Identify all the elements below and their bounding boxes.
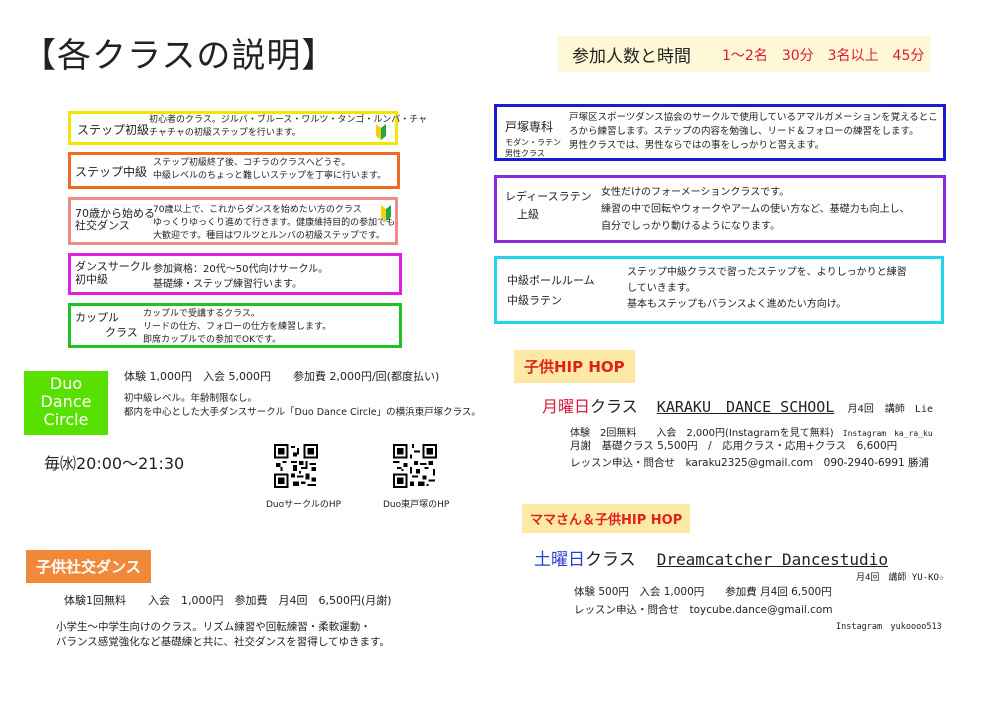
time-heading: 参加人数と時間 <box>572 47 691 67</box>
class-sublabel: モダン・ラテン <box>505 138 561 147</box>
class-label: レディースラテン <box>505 190 592 203</box>
class-sublabel: 男性クラス <box>505 149 545 158</box>
class-desc-line: 自分でしっかり動けるようになります。 <box>601 221 780 232</box>
class-desc-line: カップルで受講するクラス。 <box>143 309 260 319</box>
class-label: カップル <box>75 311 119 324</box>
mama-hiphop-freq-teacher: 月4回 講師 YU-KO☆ <box>856 573 945 583</box>
class-box-step-intermediate: ステップ中級 ステップ初級終了後、コチラのクラスへどうぞ。 中級レベルのちょっと… <box>68 152 400 189</box>
class-desc-line: 基礎練・ステップ練習行います。 <box>153 279 302 290</box>
kids-social-fees: 体験1回無料 入会 1,000円 参加費 月4回 6,500円(月謝) <box>64 594 392 607</box>
class-label: ステップ中級 <box>75 165 148 179</box>
class-desc-line: 即席カップルでの参加でOKです。 <box>143 335 282 345</box>
time-detail: 1〜2名 30分 3名以上 45分 <box>722 48 925 64</box>
class-desc-line: 70歳以上で、これからダンスを始めたい方のクラス <box>153 205 362 215</box>
class-label: クラス <box>105 326 138 339</box>
mama-hiphop-contact: レッスン申込・問合せ toycube.dance@gmail.com <box>574 604 833 616</box>
kids-hiphop-day: 月曜日 <box>542 397 591 416</box>
duo-desc-line: 初中級レベル。年齢制限なし。 <box>124 393 258 404</box>
kids-hiphop-class-word: クラス <box>590 397 638 416</box>
class-desc-line: 戸塚区スポーツダンス協会のサークルで使用しているアマルガメーションを覚えるとこ <box>569 112 938 123</box>
class-desc-line: 練習の中で回転やウォークやアームの使い方など、基礎力も向上し、 <box>601 204 910 215</box>
qr-code-icon[interactable] <box>393 444 437 488</box>
beginner-mark-icon <box>376 124 386 140</box>
class-desc-line: ろから練習します。ステップの内容を勉強し、リード＆フォローの練習をします。 <box>569 126 919 137</box>
class-desc-line: 女性だけのフォーメーションクラスです。 <box>601 187 790 198</box>
kids-hiphop-tag: 子供HIP HOP <box>514 350 635 383</box>
mama-hiphop-school: Dreamcatcher Dancestudio <box>656 550 888 569</box>
qr-label-totsuka: Duo東戸塚のHP <box>383 500 450 510</box>
class-desc-line: 基本もステップもバランスよく進めたい方向け。 <box>627 299 847 310</box>
class-desc-line: していきます。 <box>627 283 696 294</box>
page-title: 【各クラスの説明】 <box>22 36 337 76</box>
class-label: 初中級 <box>75 273 108 286</box>
qr-label-circle: DuoサークルのHP <box>266 500 342 510</box>
mama-hiphop-tag: ママさん＆子供HIP HOP <box>522 504 691 533</box>
class-box-totsuka: 戸塚専科 モダン・ラテン 男性クラス 戸塚区スポーツダンス協会のサークルで使用し… <box>494 104 946 161</box>
kids-hiphop-monthly: 月謝 基礎クラス 5,500円 / 応用クラス・応用+クラス 6,600円 <box>570 440 898 452</box>
class-box-intermediate-ballroom: 中級ボールルーム 中級ラテン ステップ中級クラスで習ったステップを、よりしっかり… <box>494 256 944 324</box>
duo-dance-circle-logo: Duo Dance Circle <box>24 371 108 435</box>
beginner-mark-icon <box>381 205 391 221</box>
kids-hiphop-contact: レッスン申込・問合せ karaku2325@gmail.com 090-2940… <box>570 457 930 469</box>
class-box-dance-circle: ダンスサークル 初中級 参加資格：20代〜50代向けサークル。 基礎練・ステップ… <box>68 253 402 295</box>
duo-schedule: 毎㈬20:00〜21:30 <box>44 454 185 473</box>
class-label: ダンスサークル <box>75 260 152 273</box>
class-label: ステップ初級 <box>77 123 150 137</box>
mama-hiphop-class-word: クラス <box>585 550 636 570</box>
class-label: 戸塚専科 <box>505 120 554 134</box>
class-desc-line: 男性クラスでは、男性ならではの事をしっかりと習えます。 <box>569 140 825 151</box>
mama-hiphop-fees: 体験 500円 入会 1,000円 参加費 月4回 6,500円 <box>574 586 832 598</box>
kids-hiphop-school: KARAKU DANCE SCHOOL <box>656 398 835 416</box>
class-desc-line: リードの仕方、フォローの仕方を練習します。 <box>143 322 332 332</box>
class-box-ladies-latin: レディースラテン 上級 女性だけのフォーメーションクラスです。 練習の中で回転や… <box>494 175 946 243</box>
class-label: 上級 <box>517 208 539 221</box>
class-box-senior: 70歳から始める 社交ダンス 70歳以上で、これからダンスを始めたい方のクラス … <box>68 197 398 245</box>
class-label: 中級ラテン <box>507 294 562 307</box>
class-desc-line: 中級レベルのちょっと難しいステップを丁寧に行います。 <box>153 171 387 181</box>
kids-hiphop-freq: 月4回 <box>847 404 874 415</box>
duo-desc-line: 都内を中心とした大手ダンスサークル「Duo Dance Circle」の横浜東戸… <box>124 407 481 418</box>
kids-social-desc-line: バランス感覚強化など基礎練と共に、社交ダンスを習得してゆきます。 <box>56 636 390 648</box>
class-label: 中級ボールルーム <box>507 274 595 287</box>
mama-hiphop-day: 土曜日 <box>534 550 585 570</box>
class-label: 社交ダンス <box>75 219 130 232</box>
class-desc-line: 参加資格：20代〜50代向けサークル。 <box>153 264 329 275</box>
kids-hiphop-instagram: Instagram ka_ra_ku <box>842 429 933 438</box>
class-desc-line: ステップ初級終了後、コチラのクラスへどうぞ。 <box>153 158 351 168</box>
class-box-step-beginner: ステップ初級 初心者のクラス。ジルバ・ブルース・ワルツ・タンゴ・ルンバ・チャ チ… <box>68 111 427 145</box>
kids-hiphop-teacher: 講師 Lie <box>884 404 933 415</box>
duo-fees: 体験 1,000円 入会 5,000円 参加費 2,000円/回(都度払い) <box>124 370 440 383</box>
class-desc-line: ステップ中級クラスで習ったステップを、よりしっかりと練習 <box>627 267 907 278</box>
kids-social-dance-tag: 子供社交ダンス <box>26 550 151 583</box>
class-desc-line: ゆっくりゆっくり進めて行きます。健康維持目的の参加でも <box>153 218 396 228</box>
kids-social-desc-line: 小学生〜中学生向けのクラス。リズム練習や回転練習・柔軟運動・ <box>56 621 371 633</box>
mama-hiphop-instagram: Instagram yukoooo513 <box>836 622 942 632</box>
qr-code-icon[interactable] <box>274 444 318 488</box>
class-desc-line: 大歓迎です。種目はワルツとルンバの初級ステップです。 <box>153 231 386 241</box>
class-box-couple: カップル クラス カップルで受講するクラス。 リードの仕方、フォローの仕方を練習… <box>68 303 402 348</box>
